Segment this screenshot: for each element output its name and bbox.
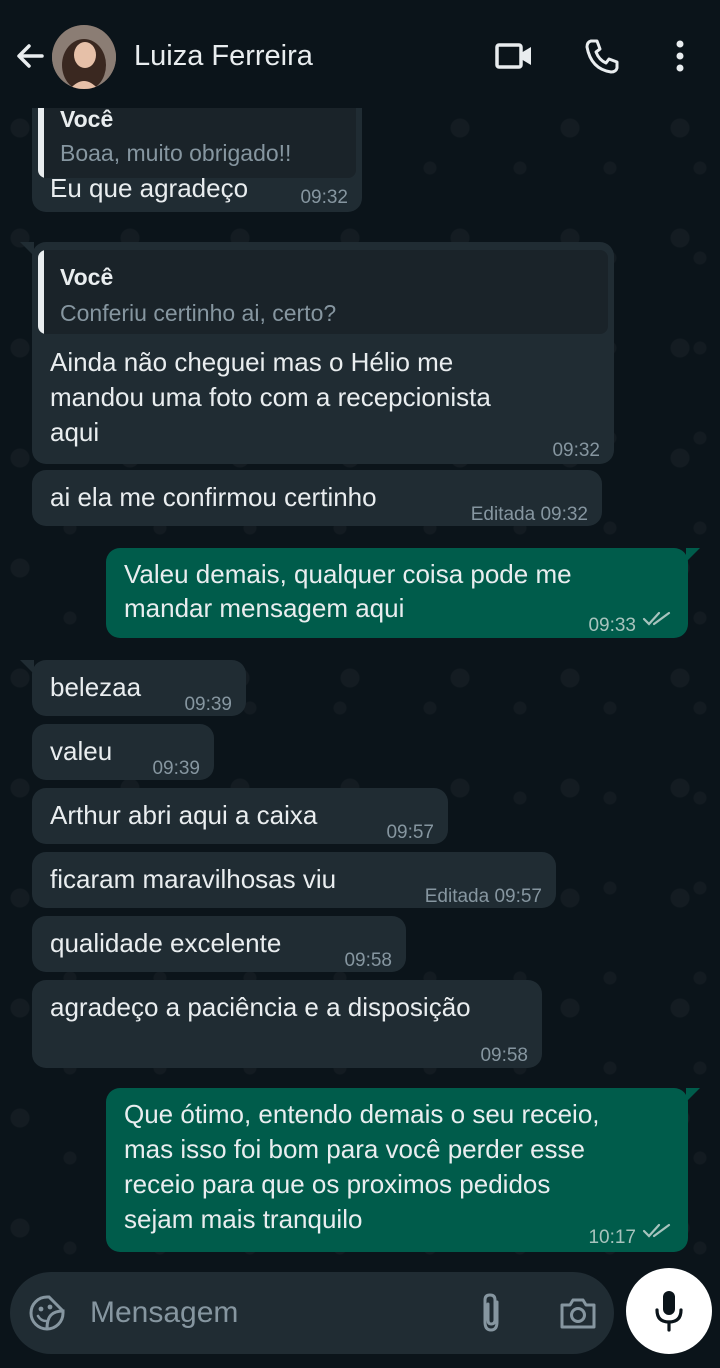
quote-bar (38, 250, 44, 334)
bubble-tail (686, 548, 700, 562)
incoming-message[interactable]: ficaram maravilhosas viu Editada 09:57 (32, 852, 556, 908)
message-time: 09:39 (152, 758, 200, 779)
message-text: ai ela me confirmou certinho (50, 482, 377, 512)
quote-author: Você (60, 108, 114, 132)
quote-text: Conferiu certinho ai, certo? (60, 300, 337, 326)
camera-icon[interactable] (558, 1294, 598, 1332)
message-time: Editada 09:57 (424, 886, 542, 907)
contact-name[interactable]: Luiza Ferreira (134, 40, 313, 73)
message-text: valeu (50, 736, 113, 766)
message-text: ficaram maravilhosas viu (50, 864, 337, 894)
message-text: sejam mais tranquilo (124, 1204, 363, 1234)
more-vertical-icon[interactable] (660, 36, 700, 76)
message-text: mandar mensagem aqui (124, 593, 405, 623)
incoming-message[interactable]: agradeço a paciência e a disposição 09:5… (32, 980, 542, 1068)
video-call-icon[interactable] (494, 36, 534, 76)
message-input[interactable]: Mensagem (10, 1272, 614, 1354)
phone-icon[interactable] (582, 36, 622, 76)
message-text: aqui (50, 417, 100, 447)
quoted-reply[interactable]: Você Conferiu certinho ai, certo? (38, 250, 608, 334)
message-text: Valeu demais, qualquer coisa pode me (124, 559, 572, 589)
message-time: 09:57 (386, 822, 434, 843)
message-placeholder: Mensagem (90, 1296, 239, 1329)
incoming-message[interactable]: belezaa 09:39 (32, 660, 246, 716)
message-text: agradeço a paciência e a disposição (50, 992, 471, 1022)
message-text: Arthur abri aqui a caixa (50, 800, 318, 830)
incoming-message[interactable]: valeu 09:39 (32, 724, 214, 780)
bubble-tail (686, 1088, 700, 1102)
quote-bar (38, 108, 44, 178)
message-text: mas isso foi bom para você perder esse (124, 1134, 585, 1164)
read-ticks-icon (642, 611, 671, 626)
outgoing-message[interactable]: Valeu demais, qualquer coisa pode me man… (106, 548, 688, 638)
message-text: qualidade excelente (50, 928, 282, 958)
paperclip-icon[interactable] (476, 1292, 506, 1334)
arrow-left-icon[interactable] (12, 38, 48, 74)
quote-author: Você (60, 264, 114, 290)
message-time: 09:39 (184, 694, 232, 715)
incoming-message[interactable]: Arthur abri aqui a caixa 09:57 (32, 788, 448, 844)
message-time: 09:58 (480, 1045, 528, 1066)
microphone-icon (655, 1291, 683, 1332)
quote-text: Boaa, muito obrigado!! (60, 140, 292, 166)
message-time: 10:17 (588, 1227, 636, 1248)
message-text: belezaa (50, 672, 142, 702)
message-time: 09:32 (300, 187, 348, 208)
message-text: receio para que os proximos pedidos (124, 1169, 551, 1199)
message-text: Eu que agradeço (50, 173, 249, 203)
avatar[interactable] (52, 25, 116, 89)
message-time: 09:58 (344, 950, 392, 971)
chat-background: Você Boaa, muito obrigado!! Eu que agrad… (0, 108, 720, 1268)
incoming-message[interactable]: Você Boaa, muito obrigado!! Eu que agrad… (32, 108, 362, 212)
message-time: 09:33 (588, 615, 636, 636)
sticker-emoji-icon[interactable] (28, 1294, 66, 1332)
chat-header: Luiza Ferreira (0, 0, 720, 108)
message-time: Editada 09:32 (470, 504, 588, 525)
message-text: mandou uma foto com a recepcionista (50, 382, 491, 412)
outgoing-message[interactable]: Que ótimo, entendo demais o seu receio, … (106, 1088, 688, 1252)
incoming-message[interactable]: ai ela me confirmou certinho Editada 09:… (32, 470, 602, 526)
incoming-message[interactable]: Você Conferiu certinho ai, certo? Ainda … (32, 242, 614, 464)
message-time: 09:32 (552, 440, 600, 461)
read-ticks-icon (642, 1223, 671, 1238)
message-text: Que ótimo, entendo demais o seu receio, (124, 1099, 600, 1129)
message-composer: Mensagem (0, 1268, 720, 1368)
voice-record-button[interactable] (626, 1268, 712, 1354)
quoted-reply[interactable]: Você Boaa, muito obrigado!! (38, 108, 356, 178)
message-text: Ainda não cheguei mas o Hélio me (50, 347, 454, 377)
incoming-message[interactable]: qualidade excelente 09:58 (32, 916, 406, 972)
